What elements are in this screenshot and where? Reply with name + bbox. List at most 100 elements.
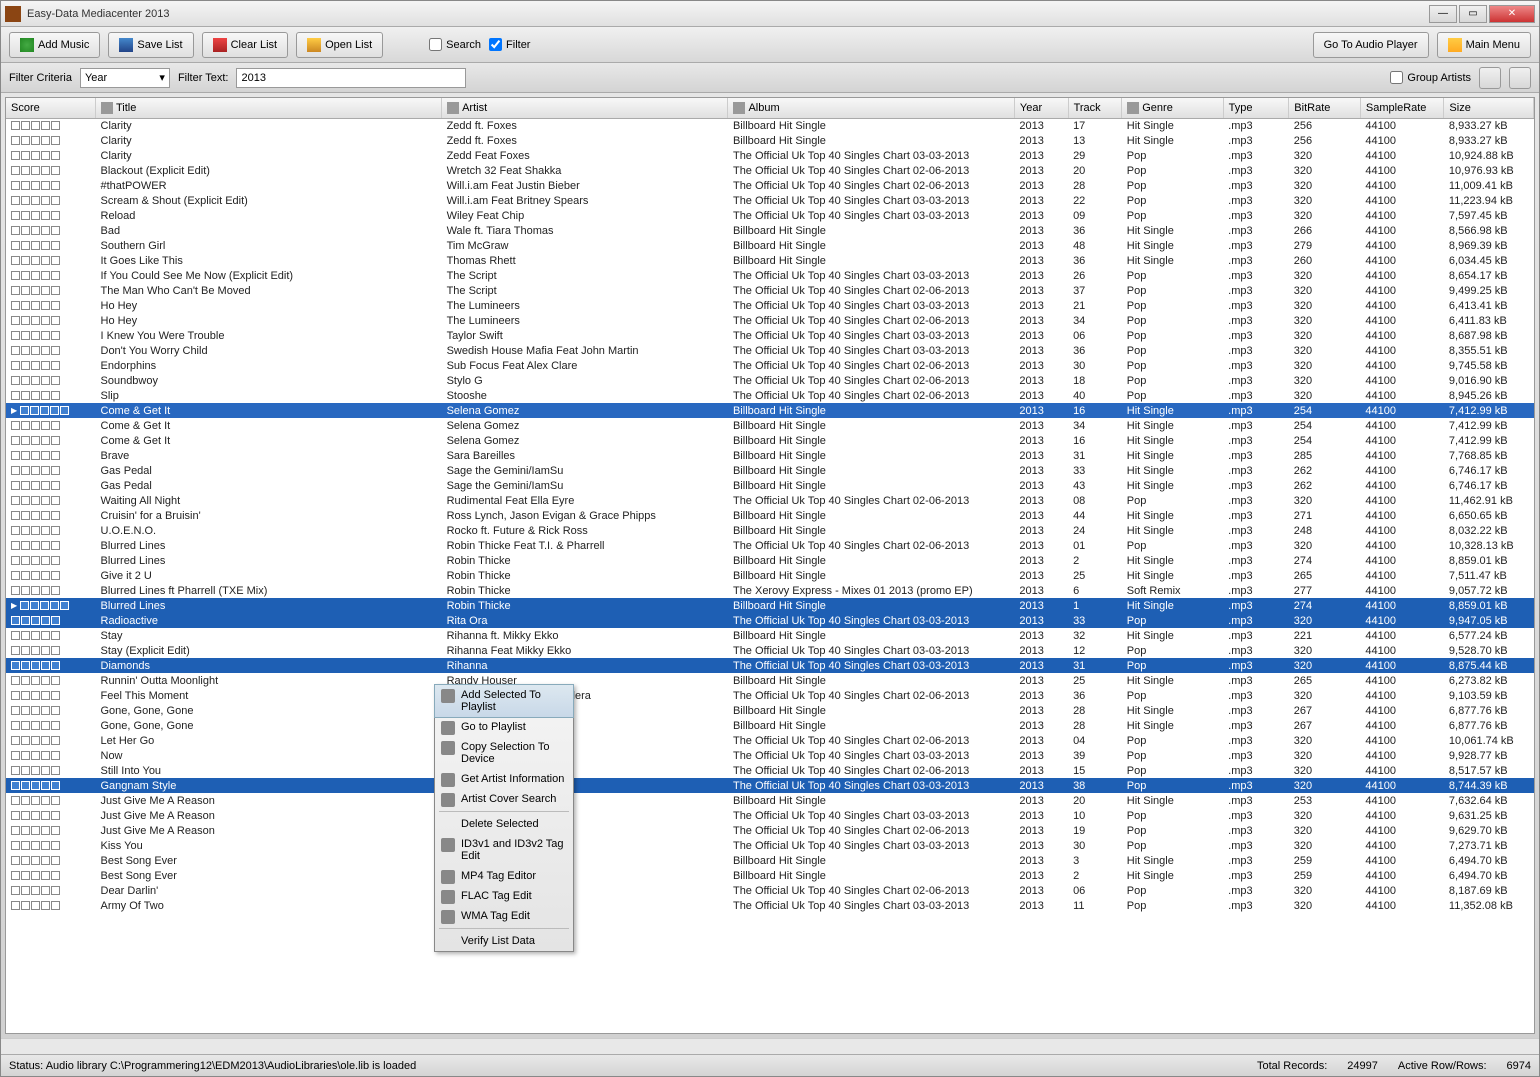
column-header-genre[interactable]: Genre: [1122, 98, 1223, 118]
context-menu-item[interactable]: Get Artist Information: [435, 769, 573, 789]
table-row[interactable]: Just Give Me A ReasonP!nk ft. Nate Ruess…: [6, 793, 1534, 808]
close-button[interactable]: ✕: [1489, 5, 1535, 23]
table-row[interactable]: Feel This MomentPitbull Feat Christina A…: [6, 688, 1534, 703]
column-header-track[interactable]: Track: [1068, 98, 1122, 118]
table-row[interactable]: Ho HeyThe LumineersThe Official Uk Top 4…: [6, 298, 1534, 313]
table-row[interactable]: Gangnam StylePSYThe Official Uk Top 40 S…: [6, 778, 1534, 793]
play-indicator-icon: ▶: [11, 601, 17, 610]
score-cell: ▶: [11, 406, 91, 415]
search-checkbox[interactable]: Search: [429, 38, 481, 51]
open-list-button[interactable]: Open List: [296, 32, 383, 58]
context-menu-item[interactable]: ID3v1 and ID3v2 Tag Edit: [435, 834, 573, 866]
table-row[interactable]: Scream & Shout (Explicit Edit)Will.i.am …: [6, 193, 1534, 208]
maximize-button[interactable]: ▭: [1459, 5, 1487, 23]
table-row[interactable]: ▶Come & Get ItSelena GomezBillboard Hit …: [6, 403, 1534, 418]
table-row[interactable]: DiamondsRihannaThe Official Uk Top 40 Si…: [6, 658, 1534, 673]
context-menu-item[interactable]: Add Selected To Playlist: [434, 684, 574, 718]
filter-text-input[interactable]: [236, 68, 466, 88]
table-row[interactable]: Don't You Worry ChildSwedish House Mafia…: [6, 343, 1534, 358]
score-cell: [11, 661, 91, 670]
table-row[interactable]: Blurred LinesRobin ThickeBillboard Hit S…: [6, 553, 1534, 568]
table-row[interactable]: ClarityZedd ft. FoxesBillboard Hit Singl…: [6, 118, 1534, 133]
context-menu-item[interactable]: FLAC Tag Edit: [435, 886, 573, 906]
save-list-button[interactable]: Save List: [108, 32, 193, 58]
table-row[interactable]: Blackout (Explicit Edit)Wretch 32 Feat S…: [6, 163, 1534, 178]
horizontal-scrollbar[interactable]: [1, 1038, 1539, 1054]
column-header-bitrate[interactable]: BitRate: [1289, 98, 1361, 118]
column-header-year[interactable]: Year: [1014, 98, 1068, 118]
main-menu-button[interactable]: Main Menu: [1437, 32, 1531, 58]
table-row[interactable]: RadioactiveRita OraThe Official Uk Top 4…: [6, 613, 1534, 628]
table-row[interactable]: NowParamoreThe Official Uk Top 40 Single…: [6, 748, 1534, 763]
add-music-button[interactable]: Add Music: [9, 32, 100, 58]
table-row[interactable]: Stay (Explicit Edit)Rihanna Feat Mikky E…: [6, 643, 1534, 658]
table-row[interactable]: SoundbwoyStylo GThe Official Uk Top 40 S…: [6, 373, 1534, 388]
column-header-samplerate[interactable]: SampleRate: [1360, 98, 1444, 118]
open-list-label: Open List: [325, 39, 372, 51]
score-cell: [11, 721, 91, 730]
column-header-type[interactable]: Type: [1223, 98, 1289, 118]
minimize-button[interactable]: —: [1429, 5, 1457, 23]
column-header-album[interactable]: Album: [728, 98, 1014, 118]
score-cell: [11, 121, 91, 130]
context-menu-item[interactable]: Go to Playlist: [435, 717, 573, 737]
table-row[interactable]: Blurred Lines ft Pharrell (TXE Mix)Robin…: [6, 583, 1534, 598]
column-header-size[interactable]: Size: [1444, 98, 1534, 118]
table-row[interactable]: ClarityZedd Feat FoxesThe Official Uk To…: [6, 148, 1534, 163]
add-icon-button[interactable]: [1479, 67, 1501, 89]
column-header-title[interactable]: Title: [96, 98, 442, 118]
table-row[interactable]: Just Give Me A ReasonP!nk Feat Nate Rues…: [6, 823, 1534, 838]
table-row[interactable]: Give it 2 URobin ThickeBillboard Hit Sin…: [6, 568, 1534, 583]
context-menu-item[interactable]: Copy Selection To Device: [435, 737, 573, 769]
table-row[interactable]: BraveSara BareillesBillboard Hit Single2…: [6, 448, 1534, 463]
group-artists-checkbox[interactable]: Group Artists: [1390, 71, 1471, 84]
track-table[interactable]: ScoreTitleArtistAlbumYearTrackGenreTypeB…: [5, 97, 1535, 1034]
table-row[interactable]: ReloadWiley Feat ChipThe Official Uk Top…: [6, 208, 1534, 223]
table-row[interactable]: Still Into YouParamoreThe Official Uk To…: [6, 763, 1534, 778]
table-row[interactable]: Army Of TwoOlly MursThe Official Uk Top …: [6, 898, 1534, 913]
table-row[interactable]: Runnin' Outta MoonlightRandy HouserBillb…: [6, 673, 1534, 688]
table-row[interactable]: EndorphinsSub Focus Feat Alex ClareThe O…: [6, 358, 1534, 373]
context-menu-item[interactable]: WMA Tag Edit: [435, 906, 573, 926]
table-row[interactable]: ▶Blurred LinesRobin ThickeBillboard Hit …: [6, 598, 1534, 613]
column-header-artist[interactable]: Artist: [442, 98, 728, 118]
table-row[interactable]: Come & Get ItSelena GomezBillboard Hit S…: [6, 433, 1534, 448]
table-row[interactable]: Dear Darlin'Olly MursThe Official Uk Top…: [6, 883, 1534, 898]
table-row[interactable]: It Goes Like ThisThomas RhettBillboard H…: [6, 253, 1534, 268]
table-row[interactable]: Cruisin' for a Bruisin'Ross Lynch, Jason…: [6, 508, 1534, 523]
goto-audio-player-button[interactable]: Go To Audio Player: [1313, 32, 1429, 58]
table-row[interactable]: ClarityZedd ft. FoxesBillboard Hit Singl…: [6, 133, 1534, 148]
filter-criteria-dropdown[interactable]: Year▾: [80, 68, 170, 88]
table-row[interactable]: Southern GirlTim McGrawBillboard Hit Sin…: [6, 238, 1534, 253]
table-row[interactable]: #thatPOWERWill.i.am Feat Justin BieberTh…: [6, 178, 1534, 193]
context-menu-item[interactable]: MP4 Tag Editor: [435, 866, 573, 886]
column-header-score[interactable]: Score: [6, 98, 96, 118]
table-row[interactable]: Best Song EverOne DirectionBillboard Hit…: [6, 853, 1534, 868]
table-row[interactable]: U.O.E.N.O.Rocko ft. Future & Rick RossBi…: [6, 523, 1534, 538]
table-row[interactable]: Gone, Gone, GonePhillip PhillipsBillboar…: [6, 718, 1534, 733]
table-row[interactable]: Ho HeyThe LumineersThe Official Uk Top 4…: [6, 313, 1534, 328]
clear-list-button[interactable]: Clear List: [202, 32, 288, 58]
filter-checkbox[interactable]: Filter: [489, 38, 530, 51]
table-row[interactable]: Let Her GoPassengerThe Official Uk Top 4…: [6, 733, 1534, 748]
table-row[interactable]: Gas PedalSage the Gemini/IamSuBillboard …: [6, 463, 1534, 478]
table-row[interactable]: Gone, Gone, GonePhillip PhillipsBillboar…: [6, 703, 1534, 718]
table-row[interactable]: If You Could See Me Now (Explicit Edit)T…: [6, 268, 1534, 283]
table-row[interactable]: StayRihanna ft. Mikky EkkoBillboard Hit …: [6, 628, 1534, 643]
table-row[interactable]: Just Give Me A ReasonP!nk Feat Nate Rues…: [6, 808, 1534, 823]
context-menu-item[interactable]: Delete Selected: [435, 814, 573, 834]
table-row[interactable]: Blurred LinesRobin Thicke Feat T.I. & Ph…: [6, 538, 1534, 553]
table-row[interactable]: Waiting All NightRudimental Feat Ella Ey…: [6, 493, 1534, 508]
table-row[interactable]: Gas PedalSage the Gemini/IamSuBillboard …: [6, 478, 1534, 493]
context-menu-item[interactable]: Verify List Data: [435, 931, 573, 951]
remove-icon-button[interactable]: [1509, 67, 1531, 89]
table-row[interactable]: SlipStoosheThe Official Uk Top 40 Single…: [6, 388, 1534, 403]
score-cell: [11, 196, 91, 205]
table-row[interactable]: The Man Who Can't Be MovedThe ScriptThe …: [6, 283, 1534, 298]
table-row[interactable]: Kiss YouOne DirectionThe Official Uk Top…: [6, 838, 1534, 853]
table-row[interactable]: Best Song EverOne DirectionBillboard Hit…: [6, 868, 1534, 883]
table-row[interactable]: Come & Get ItSelena GomezBillboard Hit S…: [6, 418, 1534, 433]
table-row[interactable]: I Knew You Were TroubleTaylor SwiftThe O…: [6, 328, 1534, 343]
context-menu-item[interactable]: Artist Cover Search: [435, 789, 573, 809]
table-row[interactable]: BadWale ft. Tiara ThomasBillboard Hit Si…: [6, 223, 1534, 238]
